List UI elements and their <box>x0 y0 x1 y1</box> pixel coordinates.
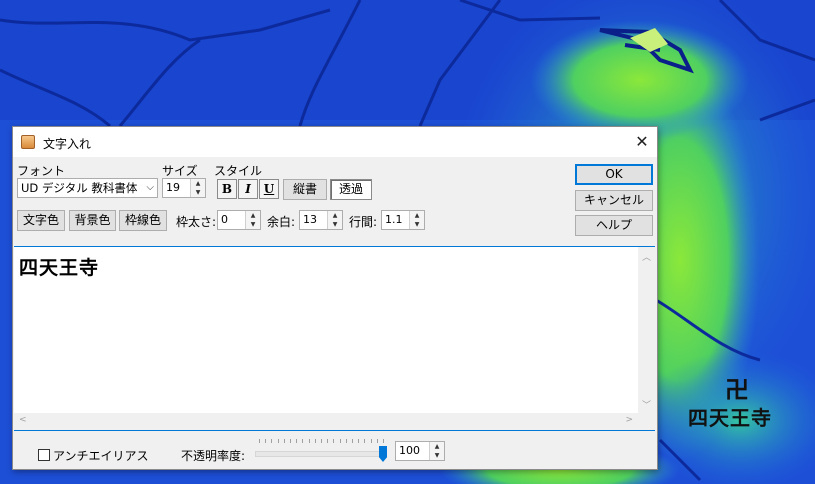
size-stepper-buttons[interactable]: ▲ ▼ <box>190 179 205 197</box>
antialias-label: アンチエイリアス <box>53 449 149 463</box>
bold-toggle[interactable]: B <box>217 179 237 199</box>
cancel-button[interactable]: キャンセル <box>575 190 653 211</box>
horizontal-scrollbar[interactable]: < > <box>14 413 638 430</box>
opacity-slider[interactable] <box>255 439 387 462</box>
slider-tick <box>321 439 322 443</box>
slider-tick <box>296 439 298 443</box>
text-editor[interactable]: 四天王寺 ︿ ﹀ < > <box>14 246 655 431</box>
app-icon <box>21 135 35 149</box>
help-button[interactable]: ヘルプ <box>575 215 653 236</box>
dialog-title: 文字入れ <box>43 137 92 151</box>
slider-tick <box>370 439 372 443</box>
slider-tick <box>283 439 285 443</box>
slider-tick <box>345 439 347 443</box>
slider-tick <box>259 439 260 443</box>
slider-ticks <box>259 439 384 443</box>
close-icon[interactable]: ✕ <box>627 127 657 157</box>
font-select[interactable]: UD デジタル 教科書体 ⌵ <box>17 178 158 198</box>
slider-track <box>255 451 385 457</box>
slider-tick <box>383 439 384 443</box>
editor-text[interactable]: 四天王寺 <box>19 253 99 280</box>
size-label: サイズ <box>162 164 198 178</box>
chevron-down-icon: ⌵ <box>146 182 154 193</box>
underline-toggle[interactable]: U <box>259 179 279 199</box>
temple-symbol: 卍 <box>725 376 749 404</box>
slider-tick <box>376 439 378 443</box>
border-width-value: 0 <box>221 213 228 226</box>
font-label: フォント <box>17 164 66 178</box>
slider-tick <box>352 439 353 443</box>
size-value: 19 <box>166 181 180 194</box>
scroll-up-icon[interactable]: ︿ <box>642 250 651 263</box>
slider-tick <box>302 439 304 443</box>
scroll-right-icon[interactable]: > <box>625 415 633 425</box>
opacity-stepper[interactable]: 100 ▲ ▼ <box>395 441 445 461</box>
title-bar[interactable]: 文字入れ ✕ <box>13 127 657 157</box>
vertical-scrollbar[interactable]: ︿ ﹀ <box>638 247 655 414</box>
scroll-left-icon[interactable]: < <box>19 415 27 425</box>
text-color-button[interactable]: 文字色 <box>17 210 65 231</box>
slider-tick <box>327 439 329 443</box>
scroll-corner <box>638 413 655 430</box>
slider-tick <box>265 439 267 443</box>
slider-tick <box>314 439 316 443</box>
slider-tick <box>271 439 273 443</box>
italic-toggle[interactable]: I <box>238 179 258 199</box>
border-width-stepper[interactable]: 0 ▲ ▼ <box>217 210 261 230</box>
opacity-stepper-buttons[interactable]: ▲ ▼ <box>429 442 444 460</box>
margin-stepper-buttons[interactable]: ▲ ▼ <box>327 211 342 229</box>
bg-color-button[interactable]: 背景色 <box>69 210 116 231</box>
antialias-checkbox[interactable] <box>38 449 50 461</box>
border-width-stepper-buttons[interactable]: ▲ ▼ <box>245 211 260 229</box>
vertical-writing-button[interactable]: 縦書 <box>283 179 327 200</box>
slider-thumb[interactable] <box>379 446 387 462</box>
ok-button[interactable]: OK <box>575 164 653 185</box>
slider-tick <box>308 439 310 443</box>
border-width-label: 枠太さ: <box>176 215 217 229</box>
place-label: 四天王寺 <box>688 406 772 430</box>
slider-tick <box>290 439 291 443</box>
text-input-dialog: 文字入れ ✕ フォント サイズ スタイル UD デジタル 教科書体 ⌵ 19 ▲… <box>12 126 658 470</box>
opacity-label: 不透明率度: <box>181 449 246 463</box>
slider-tick <box>364 439 366 443</box>
margin-label: 余白: <box>267 215 296 229</box>
font-select-value: UD デジタル 教科書体 <box>21 181 138 195</box>
line-spacing-label: 行間: <box>349 215 378 229</box>
slider-tick <box>333 439 335 443</box>
margin-value: 13 <box>303 213 317 226</box>
line-spacing-stepper[interactable]: 1.1 ▲ ▼ <box>381 210 425 230</box>
transparent-toggle[interactable]: 透過 <box>330 179 372 200</box>
scroll-down-icon[interactable]: ﹀ <box>642 398 651 411</box>
margin-stepper[interactable]: 13 ▲ ▼ <box>299 210 343 230</box>
size-stepper[interactable]: 19 ▲ ▼ <box>162 178 206 198</box>
line-spacing-stepper-buttons[interactable]: ▲ ▼ <box>409 211 424 229</box>
opacity-value: 100 <box>399 444 420 457</box>
slider-tick <box>358 439 360 443</box>
border-color-button[interactable]: 枠線色 <box>119 210 167 231</box>
slider-tick <box>339 439 341 443</box>
line-spacing-value: 1.1 <box>385 213 403 226</box>
style-label: スタイル <box>214 164 263 178</box>
slider-tick <box>277 439 279 443</box>
